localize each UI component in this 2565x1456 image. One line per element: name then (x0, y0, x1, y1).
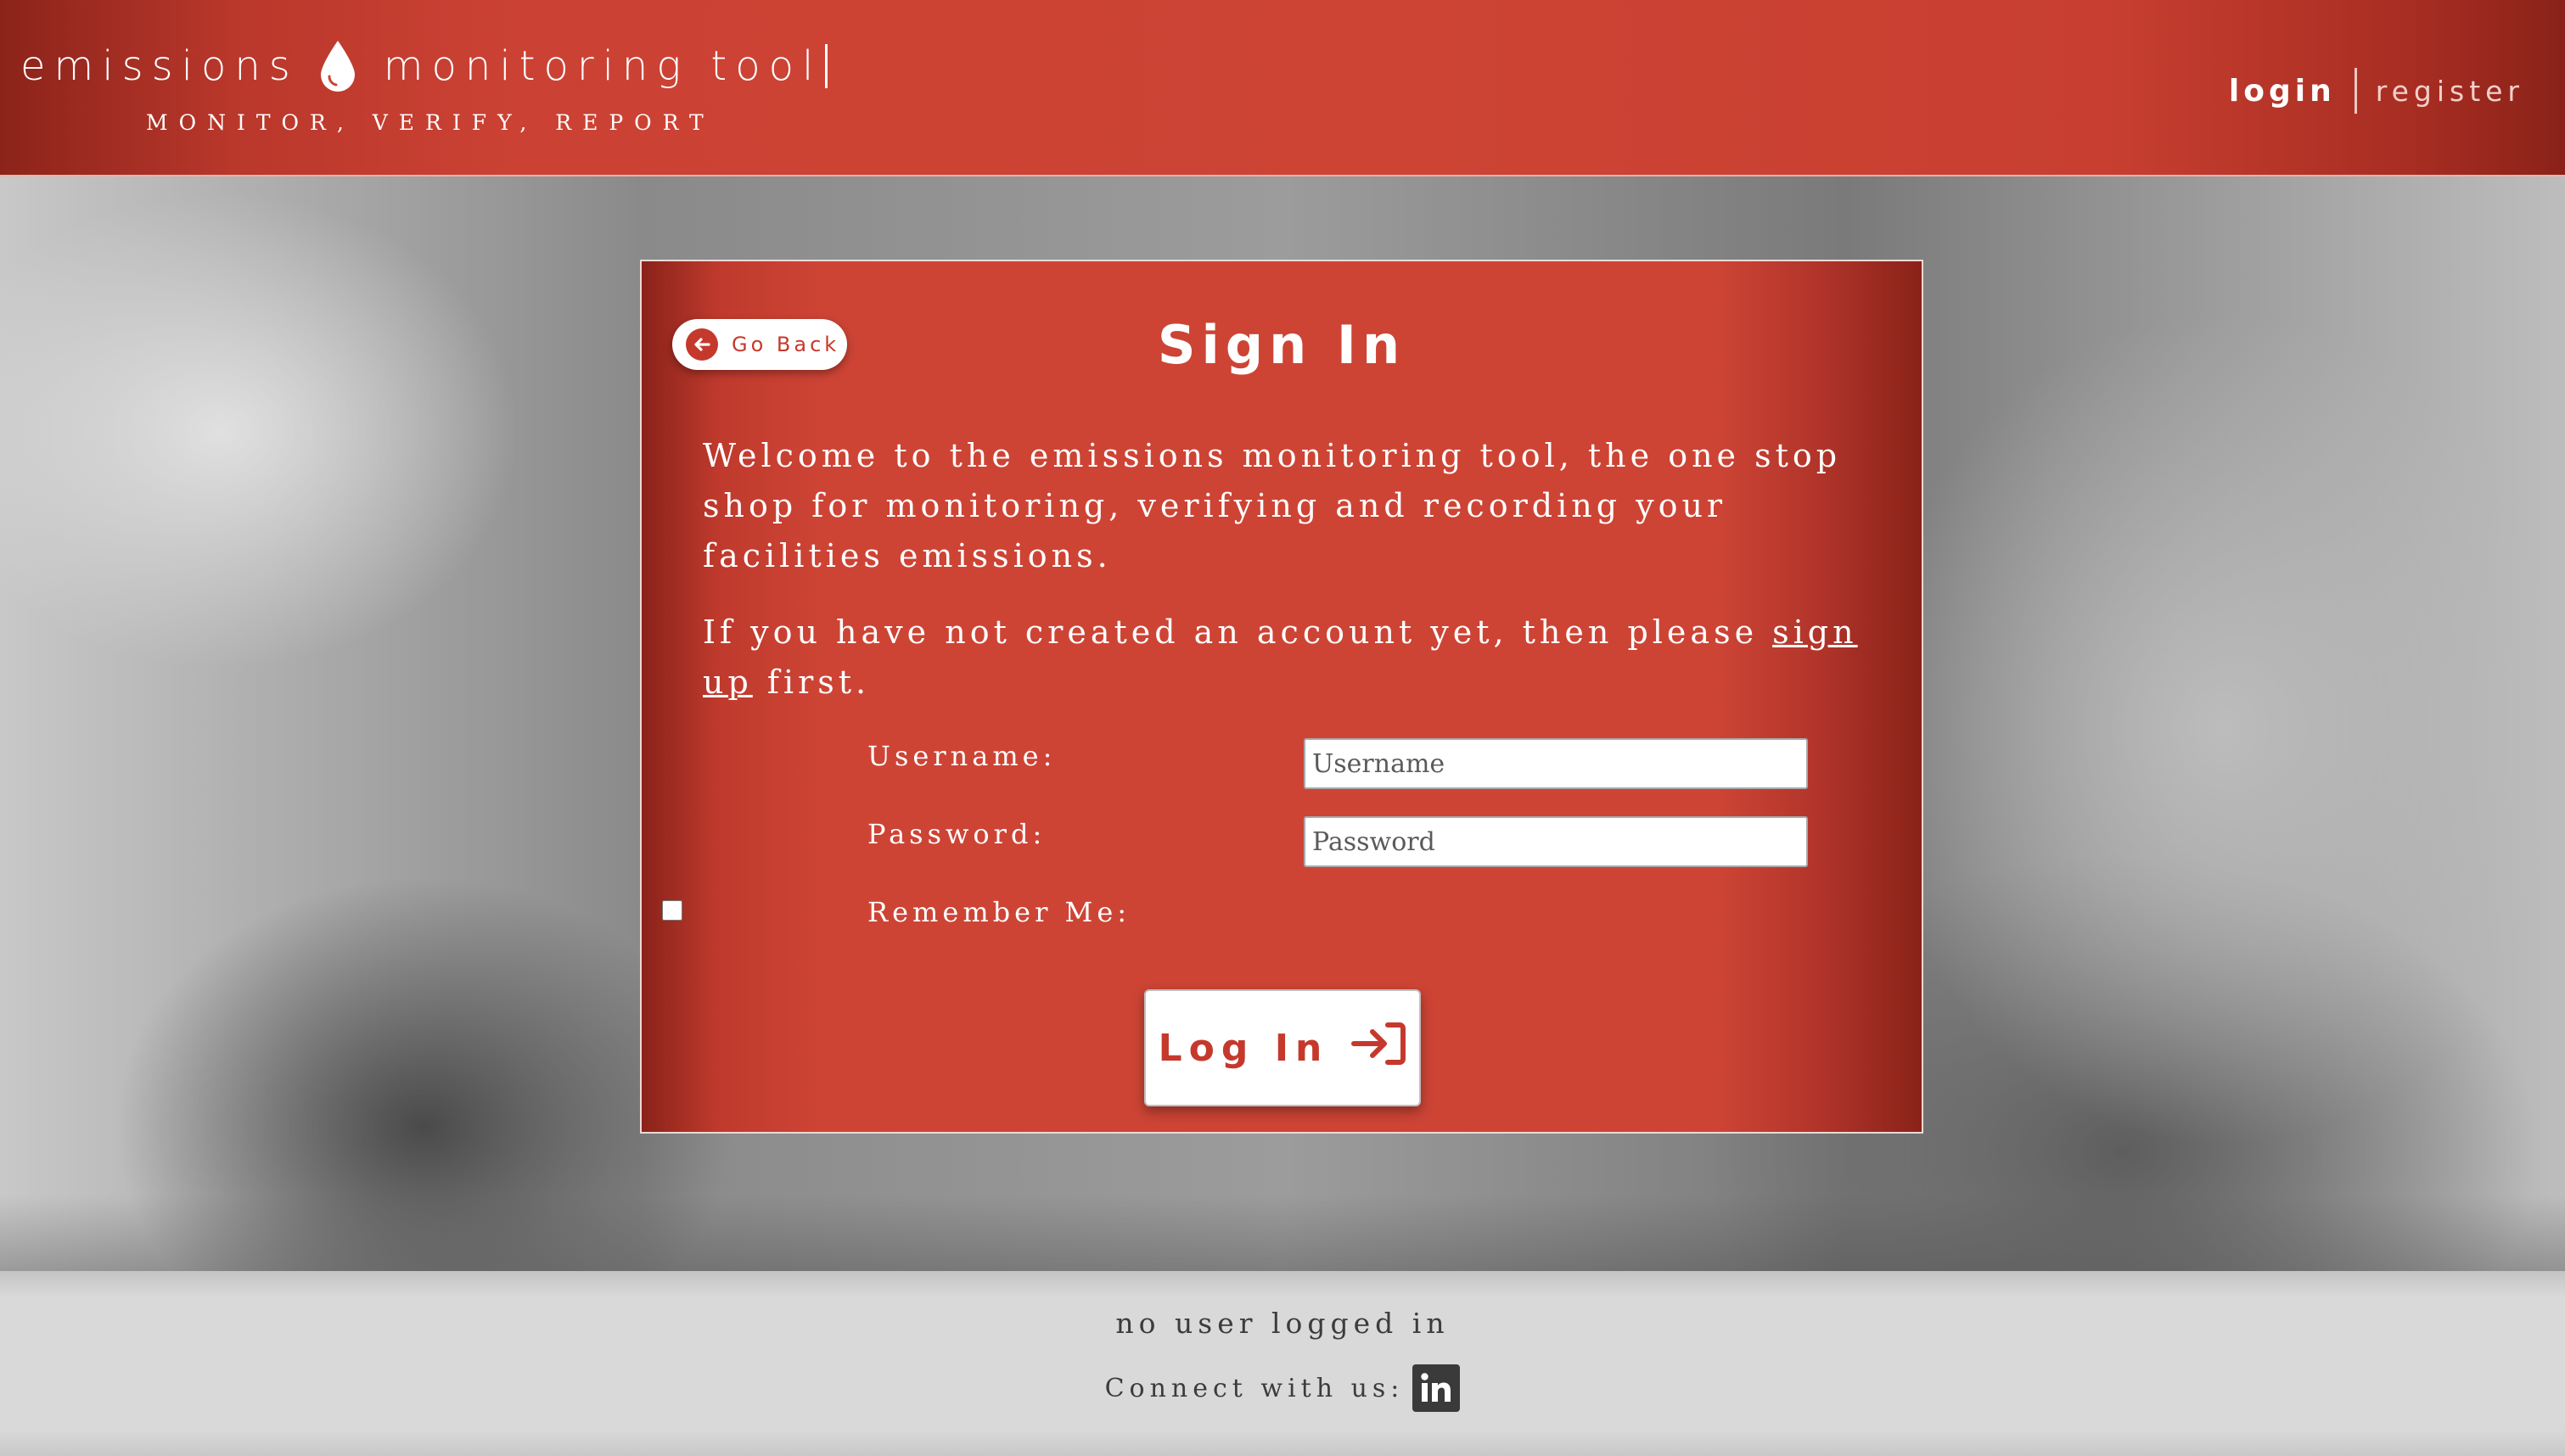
password-label: Password: (867, 818, 1047, 850)
nav-login-link[interactable]: login (2229, 74, 2336, 109)
app-header: emissions monitoring tool MONITOR, VERIF… (0, 0, 2565, 176)
remember-me-checkbox[interactable] (662, 900, 682, 921)
page-title: Sign In (1157, 314, 1406, 376)
droplet-icon (317, 39, 358, 93)
tagline: MONITOR, VERIFY, REPORT (146, 110, 715, 135)
username-label: Username: (867, 740, 1057, 772)
brand-cursor (825, 44, 828, 88)
brand-text-left: emissions (20, 42, 299, 90)
signup-prefix: If you have not created an account yet, … (703, 613, 1773, 651)
intro-text: Welcome to the emissions monitoring tool… (703, 437, 1842, 574)
password-input[interactable] (1304, 816, 1808, 867)
auth-nav: login register (2229, 68, 2524, 114)
signup-suffix: first. (752, 664, 871, 701)
login-status: no user logged in (1115, 1307, 1450, 1340)
sign-in-arrow-icon (1350, 1020, 1406, 1077)
nav-divider (2354, 68, 2357, 114)
brand-logo[interactable]: emissions monitoring tool (20, 39, 828, 93)
footer: no user logged in Connect with us: (0, 1271, 2565, 1456)
username-input[interactable] (1304, 738, 1808, 789)
log-in-button[interactable]: Log In (1144, 989, 1421, 1106)
linkedin-icon[interactable] (1412, 1364, 1461, 1412)
nav-register-link[interactable]: register (2376, 75, 2524, 108)
connect-label: Connect with us: (1104, 1373, 1405, 1403)
sign-in-card: Go Back Sign In Welcome to the emissions… (640, 260, 1923, 1134)
log-in-label: Log In (1158, 1026, 1329, 1070)
signup-prompt: If you have not created an account yet, … (703, 608, 1883, 708)
remember-me-label: Remember Me: (867, 896, 1131, 928)
brand-text-right: monitoring tool (383, 42, 822, 90)
connect-row: Connect with us: (0, 1364, 2565, 1412)
